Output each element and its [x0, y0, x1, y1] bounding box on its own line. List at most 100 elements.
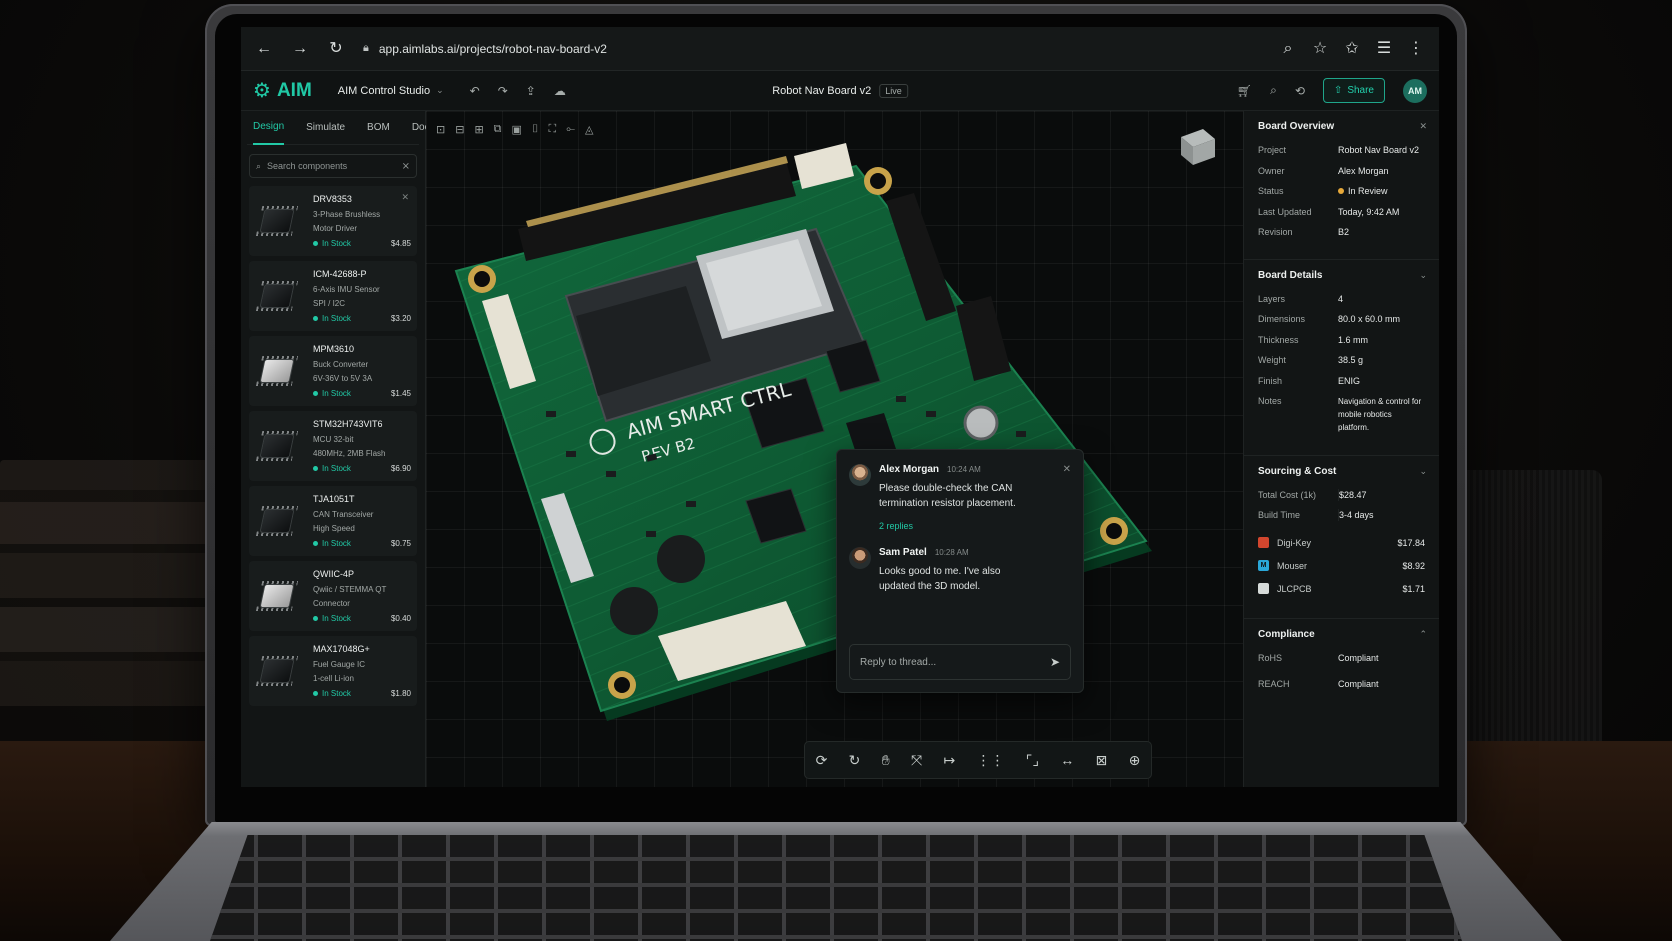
- user-avatar[interactable]: AM: [1403, 78, 1427, 103]
- bookmark-star-icon[interactable]: ☆: [1311, 40, 1329, 57]
- chip-thumbnail: [255, 577, 299, 615]
- search-icon[interactable]: ⌕: [1279, 40, 1297, 57]
- stock-status: In Stock: [313, 464, 351, 473]
- mounting-hole: [864, 167, 892, 195]
- component-desc: MCU 32-bit: [313, 435, 354, 444]
- field-value: Robot Nav Board v2: [1338, 145, 1420, 155]
- download-icon[interactable]: ⊕: [1129, 752, 1141, 769]
- more-menu-icon[interactable]: ⋮: [1407, 40, 1425, 57]
- rotate-icon[interactable]: ↻: [849, 752, 861, 769]
- inductor: [610, 587, 658, 635]
- pan-hand-icon[interactable]: ✋︎: [882, 752, 890, 769]
- comment-time: 10:24 AM: [947, 465, 981, 474]
- stock-status: In Stock: [313, 314, 351, 323]
- list-item[interactable]: ICM-42688-P 6-Axis IMU Sensor SPI / I2C …: [249, 261, 417, 331]
- view-cube-icon[interactable]: [1175, 123, 1221, 169]
- list-item[interactable]: STM32H743VIT6 MCU 32-bit 480MHz, 2MB Fla…: [249, 411, 417, 481]
- chip-thumbnail: [255, 427, 299, 465]
- share-button[interactable]: ⇧ Share: [1322, 78, 1385, 103]
- tab-simulate[interactable]: Simulate: [306, 111, 345, 145]
- board-details-section: Board Details ⌄ Layers 4 Dimensions 80.0 x…: [1244, 260, 1439, 456]
- back-icon[interactable]: ←: [255, 40, 273, 57]
- pcb-3d-viewport[interactable]: ⊡ ⊟ ⊞ ⧉ ▣ ⌷ ⛶ ⟜ ◬ AIM SMART CTRL REV B2 …: [426, 111, 1243, 787]
- vendor-row[interactable]: JLCPCB $1.71: [1258, 583, 1425, 594]
- forward-icon[interactable]: →: [291, 40, 309, 57]
- board-overview-section: Board Overview ✕ Project Robot Nav Board …: [1244, 111, 1439, 260]
- chevron-down-icon[interactable]: ⌄: [1419, 466, 1427, 477]
- tab-bom[interactable]: BOM: [367, 111, 390, 145]
- field-value: ENIG: [1338, 375, 1361, 386]
- cart-icon[interactable]: 🛒︎: [1237, 84, 1252, 98]
- component-library-panel: Design Simulate BOM Docs ⌕ Search compon…: [241, 111, 435, 787]
- tab-design[interactable]: Design: [253, 111, 285, 145]
- component-price: $0.40: [390, 614, 411, 623]
- chevron-down-icon[interactable]: ⌄: [1419, 270, 1427, 281]
- vendor-row[interactable]: M Mouser $8.92: [1258, 560, 1425, 571]
- chevron-down-icon: ⌄: [436, 85, 444, 95]
- workspace-switcher[interactable]: AIM Control Studio ⌄: [338, 85, 444, 97]
- search-icon: ⌕: [256, 160, 262, 171]
- viewport-toolbar: ⟳ ↻ ✋︎ ⤧ ↦ ⋮⋮ ⌜⌟ ↔ ⊠ ⊕: [804, 741, 1152, 779]
- component-desc: 3-Phase Brushless: [313, 210, 381, 219]
- grid-icon[interactable]: ⋮⋮: [977, 752, 1005, 769]
- stock-status: In Stock: [313, 539, 351, 548]
- close-icon[interactable]: ✕: [1419, 121, 1427, 132]
- replies-link[interactable]: 2 replies: [879, 521, 1016, 531]
- vendor-row[interactable]: Digi-Key $17.84: [1258, 537, 1425, 548]
- undo-icon[interactable]: ↶: [470, 84, 480, 98]
- frame-icon[interactable]: ⌜⌟: [1026, 752, 1039, 769]
- share-icon: ⇧: [1333, 85, 1343, 96]
- close-icon[interactable]: ✕: [1063, 464, 1071, 475]
- redo-icon[interactable]: ↷: [498, 84, 508, 98]
- component-search[interactable]: ⌕ Search components ⨯: [249, 154, 417, 178]
- fit-icon[interactable]: ⤧: [911, 752, 922, 769]
- panel-tabs: Design Simulate BOM Docs: [247, 111, 435, 145]
- cloud-sync-icon[interactable]: ☁: [554, 84, 566, 98]
- stock-status: In Stock: [313, 239, 351, 248]
- chevron-up-icon[interactable]: ⌃: [1419, 629, 1427, 640]
- vendor-name: Digi-Key: [1277, 537, 1312, 548]
- search-input[interactable]: Search components: [267, 161, 347, 171]
- notes-value: Navigation & control for mobile robotics …: [1338, 397, 1422, 432]
- screenshot-icon[interactable]: ⊠: [1096, 752, 1108, 769]
- field-value: 38.5 g: [1338, 355, 1364, 365]
- chip-thumbnail: [255, 202, 299, 240]
- component-desc: Fuel Gauge IC: [313, 660, 366, 669]
- vendor-price: $1.71: [1402, 583, 1425, 594]
- measure-icon[interactable]: ↦: [943, 752, 955, 769]
- section-icon[interactable]: ↔: [1060, 752, 1074, 768]
- send-icon[interactable]: ➤: [1050, 655, 1060, 669]
- inductor: [657, 535, 705, 583]
- component-name: DRV8353: [313, 194, 352, 204]
- component-name: STM32H743VIT6: [313, 419, 383, 429]
- vendor-name: JLCPCB: [1277, 583, 1312, 594]
- document-title[interactable]: Robot Nav Board v2: [772, 85, 871, 97]
- component-name: MPM3610: [313, 344, 355, 354]
- reload-icon[interactable]: ↻: [327, 40, 345, 57]
- address-bar[interactable]: 🔒︎ app.aimlabs.ai/projects/robot-nav-boa…: [363, 42, 1261, 56]
- history-icon[interactable]: ⟲: [1295, 84, 1305, 98]
- extensions-icon[interactable]: ✩: [1343, 40, 1361, 57]
- list-item[interactable]: DRV8353 3-Phase Brushless Motor Driver I…: [249, 186, 417, 256]
- sourcing-cost-section: Sourcing & Cost ⌄ Total Cost (1k) $28.47 …: [1244, 456, 1439, 619]
- field-label: Last Updated: [1258, 206, 1312, 217]
- reply-input[interactable]: Reply to thread... ➤: [849, 644, 1071, 680]
- list-item[interactable]: QWIIC-4P Qwiic / STEMMA QT Connector In …: [249, 561, 417, 631]
- search-icon[interactable]: ⌕: [1270, 83, 1277, 98]
- filter-clear-icon[interactable]: ⨯: [402, 161, 410, 172]
- field-value: B2: [1338, 227, 1350, 237]
- component-name: TJA1051T: [313, 494, 355, 504]
- export-icon[interactable]: ⇪: [526, 84, 536, 98]
- section-title: Compliance: [1258, 629, 1315, 640]
- mounting-hole: [1100, 517, 1128, 545]
- close-icon[interactable]: ✕: [401, 192, 409, 203]
- orbit-icon[interactable]: ⟳: [816, 752, 828, 769]
- component-desc: Motor Driver: [313, 224, 358, 233]
- app-logo[interactable]: ⚙ AIM: [253, 78, 312, 103]
- site-info-icon[interactable]: 🔒︎: [363, 42, 369, 55]
- list-item[interactable]: TJA1051T CAN Transceiver High Speed In S…: [249, 486, 417, 556]
- list-item[interactable]: MAX17048G+ Fuel Gauge IC 1-cell Li-ion I…: [249, 636, 417, 706]
- tab-list-icon[interactable]: ☰: [1375, 40, 1393, 57]
- app-header: ⚙ AIM AIM Control Studio ⌄ ↶ ↷ ⇪ ☁ Robot…: [241, 71, 1439, 111]
- list-item[interactable]: MPM3610 Buck Converter 6V-36V to 5V 3A I…: [249, 336, 417, 406]
